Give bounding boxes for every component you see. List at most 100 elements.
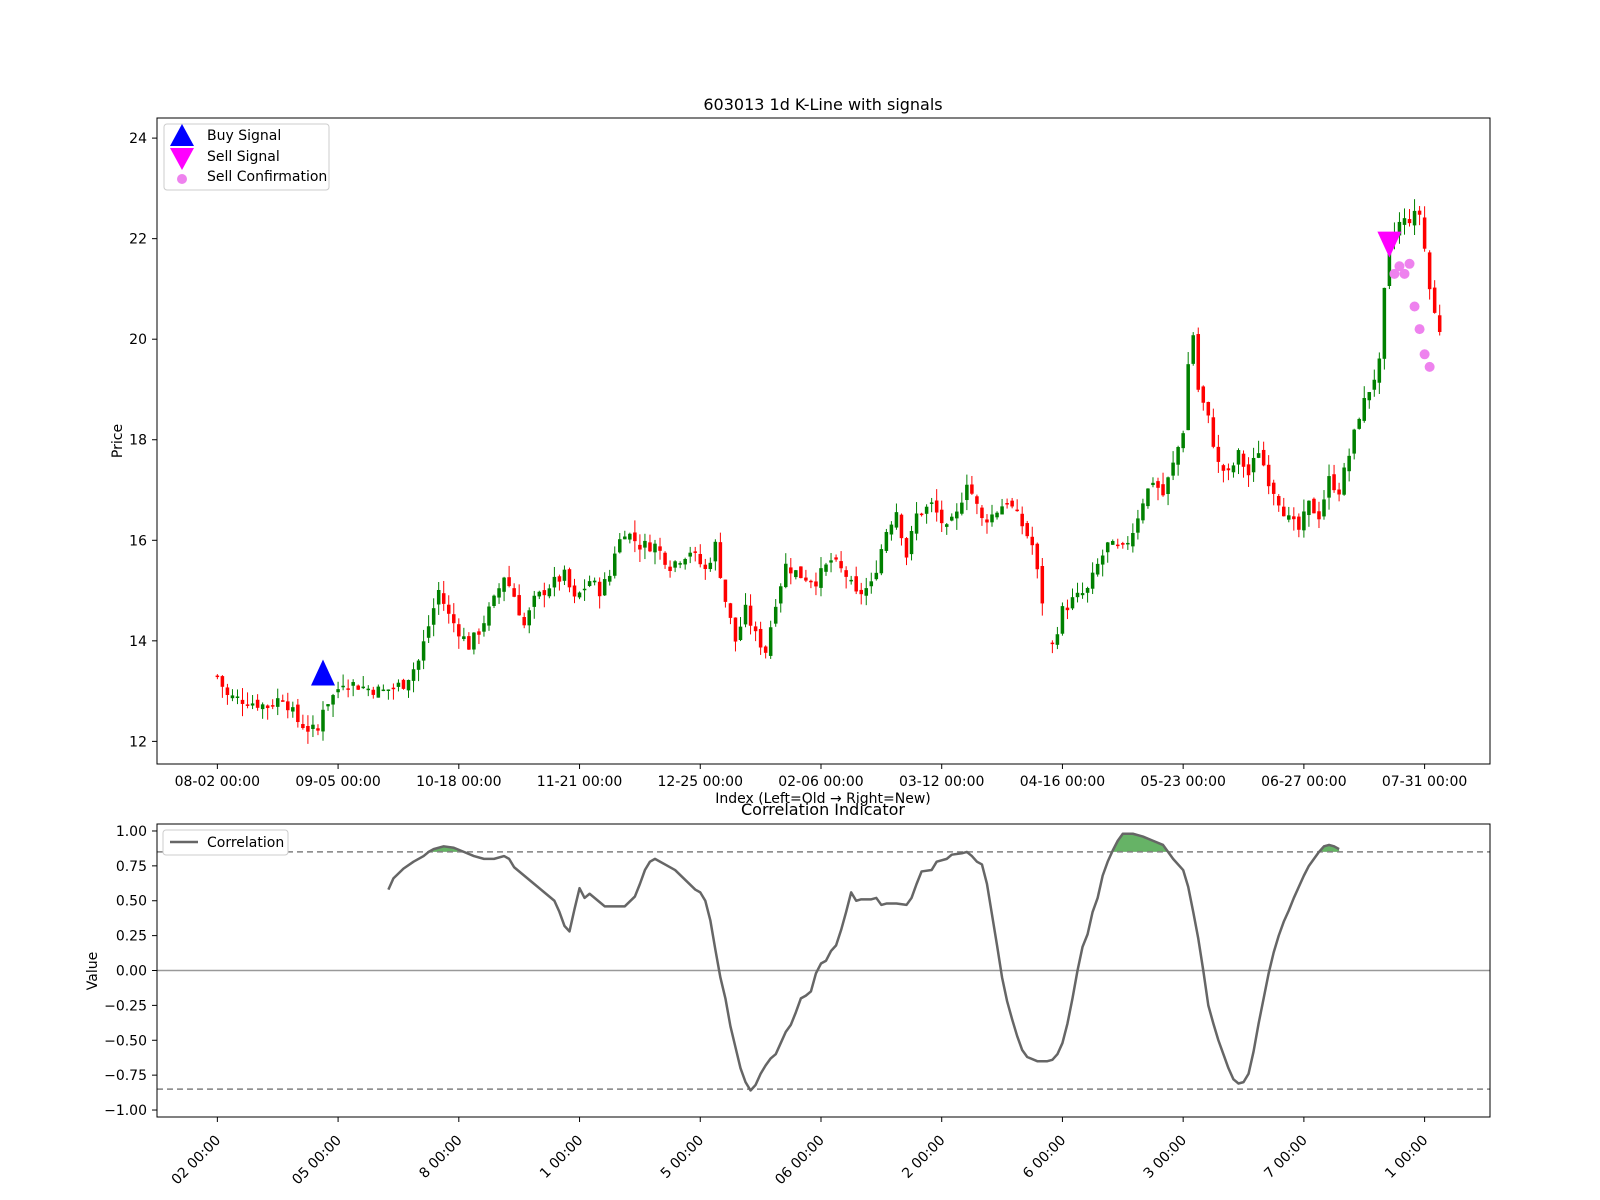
- candle-body: [1055, 634, 1060, 645]
- candle-body: [386, 689, 391, 691]
- candle-body: [1276, 496, 1281, 506]
- candle-body: [733, 617, 738, 642]
- candle-body: [220, 676, 225, 687]
- candle-body: [1251, 457, 1256, 473]
- candle-body: [406, 679, 411, 691]
- correlation-x-tick-label: 1 00:00: [537, 1133, 586, 1182]
- correlation-x-tick-label: 02 00:00: [169, 1133, 225, 1189]
- kline-y-tick-label: 12: [129, 734, 147, 750]
- candle-body: [673, 561, 677, 568]
- candle-body: [572, 585, 577, 597]
- candle-body: [446, 604, 451, 614]
- candle-body: [467, 636, 471, 650]
- candle-body: [1080, 593, 1085, 596]
- candle-body: [809, 580, 813, 583]
- candle-body: [909, 530, 914, 555]
- candle-body: [487, 606, 491, 626]
- correlation-threshold-fill: [428, 833, 1340, 852]
- candle-body: [1010, 500, 1014, 507]
- candle-body: [321, 709, 325, 732]
- candle-body: [1317, 511, 1321, 520]
- candle-body: [1201, 386, 1206, 403]
- candle-body: [527, 610, 531, 626]
- candle-body: [537, 591, 542, 597]
- candle-body: [758, 628, 763, 648]
- candle-body: [361, 686, 365, 689]
- chart-canvas: 603013 1d K-Line with signals 12 14 16 18 20…: [85, 95, 1491, 1188]
- candle-body: [502, 577, 506, 592]
- candle-body: [1206, 401, 1211, 416]
- candle-body: [738, 626, 743, 641]
- correlation-x-tick-label: 1 00:00: [1382, 1133, 1431, 1182]
- candle-body: [1266, 464, 1271, 487]
- candle-body: [924, 506, 929, 514]
- candle-body: [960, 502, 964, 514]
- candle-body: [879, 549, 884, 574]
- candle-body: [1171, 462, 1175, 476]
- candle-body: [1146, 488, 1150, 507]
- kline-chart-title: 603013 1d K-Line with signals: [703, 95, 942, 114]
- candle-body: [919, 513, 924, 516]
- candle-body: [416, 660, 421, 670]
- candle-body: [1382, 287, 1387, 359]
- candle-body: [1181, 433, 1185, 449]
- candle-body: [1060, 606, 1065, 634]
- candle-body: [1025, 523, 1029, 537]
- candle-body: [497, 588, 501, 598]
- candle-body: [396, 682, 401, 687]
- kline-legend: Buy Signal Sell Signal Sell Confirmation: [163, 123, 330, 191]
- candle-body: [326, 704, 330, 707]
- candle-body: [1050, 642, 1055, 645]
- candle-body: [854, 576, 858, 592]
- candle-body: [1407, 219, 1412, 224]
- candle-body: [929, 502, 934, 504]
- candle-body: [934, 500, 939, 513]
- candle-body: [990, 514, 994, 523]
- candle-body: [763, 646, 768, 653]
- candle-body: [713, 541, 718, 562]
- candle-body: [773, 606, 778, 624]
- kline-y-axis-label: Price: [110, 424, 126, 458]
- candle-body: [1020, 513, 1024, 527]
- candle-body: [859, 589, 863, 595]
- candle-body: [381, 689, 386, 692]
- kline-y-tick-label: 18: [129, 433, 147, 449]
- candle-body: [391, 687, 396, 690]
- candle-body: [1136, 518, 1140, 533]
- candle-body: [275, 698, 280, 707]
- candle-body: [1186, 364, 1190, 431]
- correlation-axes: 1.00 0.75 0.50 0.25 0.00 −0.25 −0.50 −0.75 −1.00…: [104, 824, 1431, 1188]
- candle-body: [995, 512, 999, 518]
- candle-body: [517, 595, 521, 616]
- candle-body: [1256, 453, 1261, 458]
- candle-body: [874, 572, 879, 580]
- candle-body: [366, 688, 371, 691]
- candle-body: [814, 581, 818, 587]
- correlation-y-tick-label: 0.50: [116, 894, 147, 910]
- candle-body: [612, 553, 617, 576]
- candle-body: [743, 604, 748, 625]
- candle-body: [552, 576, 557, 588]
- candle-body: [1035, 543, 1040, 570]
- kline-x-tick-label: 04-16 00:00: [1020, 774, 1105, 790]
- candle-body: [331, 695, 335, 705]
- candle-body: [1422, 217, 1427, 249]
- candle-body: [245, 704, 250, 706]
- candle-body: [230, 695, 235, 699]
- candle-body: [975, 496, 979, 504]
- candle-body: [829, 560, 833, 563]
- correlation-y-axis-label: Value: [85, 952, 101, 990]
- correlation-reference-lines: [157, 851, 1490, 1090]
- candle-body: [1437, 315, 1442, 333]
- candle-body: [1327, 476, 1331, 498]
- candle-body: [723, 579, 728, 602]
- candle-body: [532, 595, 537, 607]
- candle-body: [280, 700, 285, 702]
- candle-body: [472, 632, 476, 650]
- candle-body: [1236, 450, 1241, 465]
- candle-body: [698, 554, 703, 565]
- correlation-y-tick-label: 0.25: [116, 929, 147, 945]
- candle-body: [225, 687, 230, 696]
- kline-x-tick-label: 07-31 00:00: [1382, 774, 1467, 790]
- kline-panel: 603013 1d K-Line with signals 12 14 16 18 20…: [110, 95, 1491, 807]
